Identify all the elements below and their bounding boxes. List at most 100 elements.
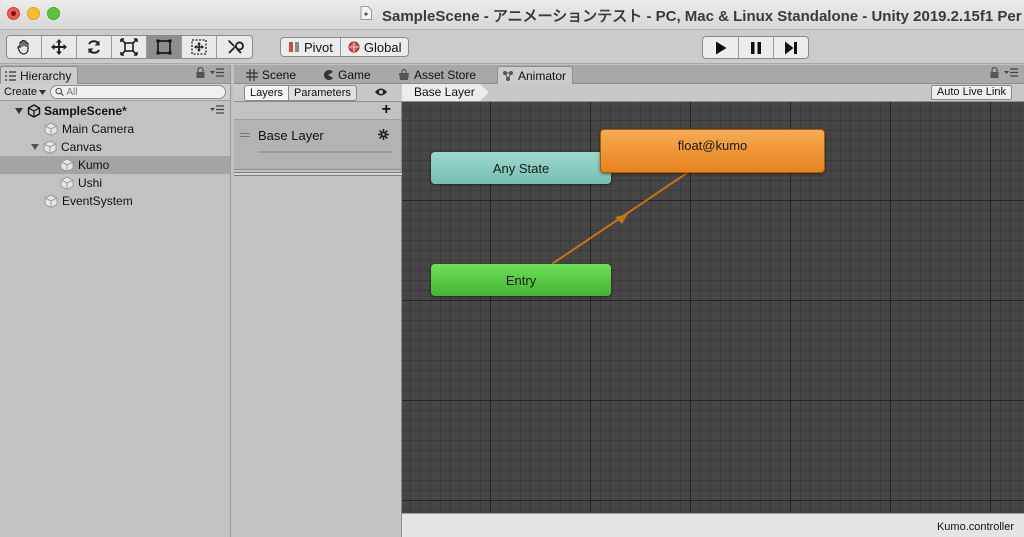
rotate-tool-button[interactable] [77,36,112,58]
layer-item-base-layer[interactable]: Base Layer [234,120,401,170]
pivot-icon [289,42,299,52]
global-toggle-button[interactable]: Global [339,38,409,56]
hand-icon [17,39,29,55]
layers-tab[interactable]: Layers [245,86,289,100]
rect-icon [156,39,172,55]
close-window-button[interactable] [7,7,20,20]
gameobject-icon [60,176,74,190]
unity-document-icon [360,6,372,20]
tab-scene-label: Scene [262,68,297,82]
tab-scene[interactable]: Scene [242,66,302,84]
pause-icon [751,41,761,54]
state-machine-graph[interactable]: Any State Entry float@kumo [402,102,1024,513]
expand-arrow-icon[interactable] [14,106,24,116]
main-tabstrip: Scene Game Asset Store Animator [234,65,1024,84]
entry-node[interactable]: Entry [431,264,611,296]
lock-icon[interactable] [990,67,999,78]
tab-hierarchy[interactable]: Hierarchy [0,66,79,84]
search-icon [55,87,64,97]
panel-menu-icon[interactable] [210,68,224,77]
hierarchy-panel: Hierarchy Create SampleScene* Main Camer… [0,65,231,537]
animator-icon [503,70,513,81]
hierarchy-tab-menu [196,67,224,78]
hierarchy-tab-label: Hierarchy [20,68,72,83]
list-icon [5,70,16,81]
gameobject-icon [43,140,57,154]
scene-menu-icon[interactable] [210,105,224,114]
pivot-label: Pivot [304,39,333,55]
window-titlebar: SampleScene - アニメーションテスト - PC, Mac & Lin… [0,0,1024,30]
main-toolbar: Pivot Global [0,30,1024,64]
tree-item-eventsystem[interactable]: EventSystem [0,192,230,210]
tab-asset-store[interactable]: Asset Store [394,66,482,84]
tab-animator-label: Animator [518,68,567,83]
pivot-toggle-button[interactable]: Pivot [281,38,340,56]
tab-game[interactable]: Game [318,66,377,84]
auto-live-link-button[interactable]: Auto Live Link [930,85,1012,100]
parameters-tab[interactable]: Parameters [288,86,356,100]
layers-list: + Base Layer [234,102,402,537]
move-icon [51,39,67,55]
layer-name: Base Layer [258,128,324,143]
scene-name: SampleScene* [44,104,127,118]
tree-item-label: Ushi [78,176,103,190]
animator-tab-menu [990,67,1018,78]
tree-item-canvas[interactable]: Canvas [0,138,230,156]
animator-panel: Scene Game Asset Store Animator Layers P… [234,65,1024,537]
tree-item-ushi[interactable]: Ushi [0,174,230,192]
minimize-window-button[interactable] [27,7,40,20]
hierarchy-search[interactable] [50,85,226,99]
zoom-window-button[interactable] [47,7,60,20]
scene-row[interactable]: SampleScene* [0,102,230,120]
scale-tool-button[interactable] [112,36,147,58]
store-icon [399,69,409,80]
transition-arrow-icon [615,214,628,224]
custom-tool-button[interactable] [217,36,252,58]
pacman-icon [324,70,333,80]
animator-subbar: Layers Parameters Base Layer Auto Live L… [234,84,1024,102]
play-icon [715,41,726,54]
tree-item-label: Main Camera [62,122,135,136]
search-input[interactable] [66,86,225,98]
eye-icon[interactable] [374,86,388,98]
layer-weight-bar [258,151,391,153]
hierarchy-tree: SampleScene* Main Camera Canvas Kumo Ush… [0,101,230,210]
gameobject-icon [60,158,74,172]
tree-item-label: Canvas [61,140,102,154]
move-tool-button[interactable] [42,36,77,58]
default-state-node[interactable]: float@kumo [600,129,825,173]
lock-icon[interactable] [196,67,205,78]
panel-menu-icon[interactable] [1004,68,1018,77]
close-icon [11,11,16,16]
gameobject-icon [44,122,58,136]
unity-scene-icon [27,104,41,118]
rotate-icon [88,40,100,54]
tree-item-kumo[interactable]: Kumo [0,156,230,174]
playback-controls [702,36,809,59]
pause-button[interactable] [738,37,773,58]
step-button[interactable] [773,37,808,58]
transform-tools [6,35,253,59]
add-layer-button[interactable]: + [382,102,391,118]
tree-item-main-camera[interactable]: Main Camera [0,120,230,138]
tab-animator[interactable]: Animator [497,66,574,84]
animator-statusbar: Kumo.controller [402,513,1024,537]
rect-tool-button[interactable] [147,36,182,58]
play-button[interactable] [703,37,738,58]
gear-icon[interactable] [378,129,389,140]
gameobject-icon [44,194,58,208]
globe-icon [348,41,360,53]
create-label: Create [4,86,38,98]
hand-tool-button[interactable] [7,36,42,58]
drag-handle-icon[interactable] [240,133,250,137]
create-dropdown[interactable]: Create [4,86,47,98]
layers-divider [234,172,402,176]
wrench-icon [227,40,244,54]
tree-item-label: Kumo [78,158,110,172]
any-state-node[interactable]: Any State [431,152,611,184]
expand-arrow-icon[interactable] [30,142,40,152]
breadcrumb-base-layer[interactable]: Base Layer [402,84,489,101]
tree-item-label: EventSystem [62,194,133,208]
tab-game-label: Game [338,68,371,82]
transform-tool-button[interactable] [182,36,217,58]
